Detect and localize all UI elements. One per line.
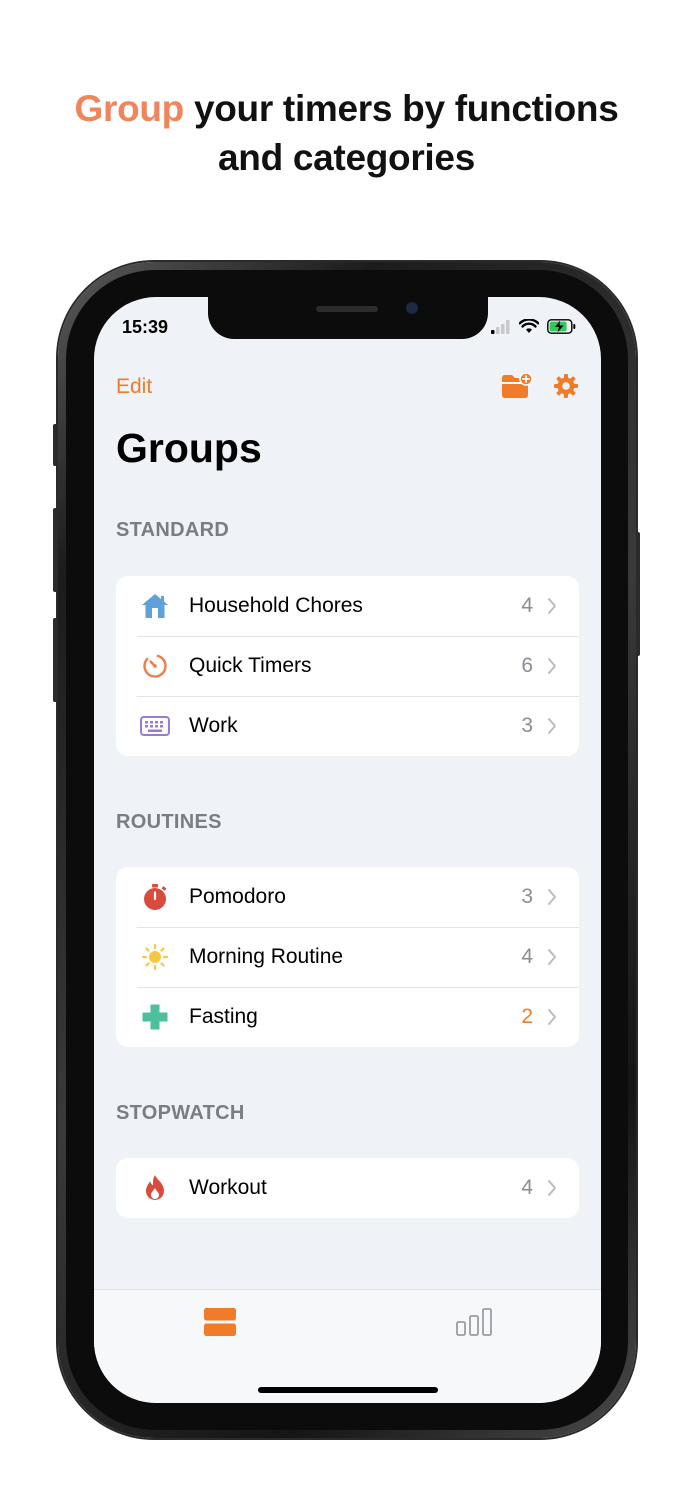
notch: [208, 297, 488, 339]
section-header-routines: ROUTINES: [116, 811, 222, 833]
marketing-headline: Group your timers by functions and categ…: [0, 84, 693, 182]
group-card-routines: Pomodoro 3 Morning Routine 4 Fasting 2: [116, 867, 579, 1047]
plus-cross-icon: [140, 1002, 170, 1032]
chevron-right-icon: [548, 598, 556, 614]
groups-tab-icon: [204, 1308, 236, 1336]
row-label: Workout: [189, 1176, 267, 1199]
battery-charging-icon: [547, 319, 576, 334]
row-count: 3: [521, 885, 533, 908]
row-label: Household Chores: [189, 594, 363, 617]
headline-accent: Group: [74, 88, 185, 129]
headline-line-2: and categories: [218, 137, 475, 178]
row-count: 4: [521, 945, 533, 968]
group-row-fasting[interactable]: Fasting 2: [116, 987, 579, 1047]
chevron-right-icon: [548, 889, 556, 905]
cellular-signal-icon: [491, 319, 510, 334]
section-header-standard: STANDARD: [116, 519, 230, 541]
chevron-right-icon: [548, 1009, 556, 1025]
group-row-workout[interactable]: Workout 4: [116, 1158, 579, 1218]
row-label: Fasting: [189, 1005, 258, 1028]
headline-rest: your timers by functions: [183, 88, 619, 129]
row-count: 2: [521, 1005, 533, 1028]
section-header-stopwatch: STOPWATCH: [116, 1102, 245, 1124]
new-folder-icon[interactable]: [501, 373, 533, 399]
row-label: Pomodoro: [189, 885, 286, 908]
chevron-right-icon: [548, 658, 556, 674]
sun-icon: [140, 942, 170, 972]
status-icons: [491, 319, 577, 334]
edit-button[interactable]: Edit: [116, 375, 152, 399]
top-toolbar: [501, 373, 579, 399]
group-row-quick-timers[interactable]: Quick Timers 6: [116, 636, 579, 696]
chevron-right-icon: [548, 949, 556, 965]
chevron-right-icon: [548, 1180, 556, 1196]
group-row-household-chores[interactable]: Household Chores 4: [116, 576, 579, 636]
row-label: Work: [189, 714, 238, 737]
row-label: Morning Routine: [189, 945, 344, 968]
row-count: 4: [521, 594, 533, 617]
group-row-pomodoro[interactable]: Pomodoro 3: [116, 867, 579, 927]
stopwatch-icon: [140, 882, 170, 912]
group-row-morning-routine[interactable]: Morning Routine 4: [116, 927, 579, 987]
wifi-icon: [519, 319, 539, 333]
row-count: 3: [521, 714, 533, 737]
group-row-work[interactable]: Work 3: [116, 696, 579, 756]
chevron-right-icon: [548, 718, 556, 734]
gear-icon[interactable]: [553, 373, 579, 399]
tab-statistics[interactable]: [456, 1308, 494, 1341]
phone-screen: 15:39 Edit Groups STANDARD Household Cho…: [94, 297, 601, 1403]
status-time: 15:39: [122, 317, 169, 337]
row-label: Quick Timers: [189, 654, 312, 677]
page-title: Groups: [116, 425, 262, 471]
headline-line-1: Group your timers by functions: [0, 84, 693, 133]
keyboard-icon: [140, 711, 170, 741]
tab-bar: [94, 1289, 601, 1403]
tab-groups[interactable]: [204, 1308, 236, 1341]
row-count: 4: [521, 1176, 533, 1199]
house-icon: [140, 591, 170, 621]
group-card-standard: Household Chores 4 Quick Timers 6 Work 3: [116, 576, 579, 756]
flame-icon: [140, 1173, 170, 1203]
row-count: 6: [521, 654, 533, 677]
home-indicator: [258, 1387, 438, 1393]
timer-icon: [140, 651, 170, 681]
group-card-stopwatch: Workout 4: [116, 1158, 579, 1218]
stats-tab-icon: [456, 1308, 492, 1336]
